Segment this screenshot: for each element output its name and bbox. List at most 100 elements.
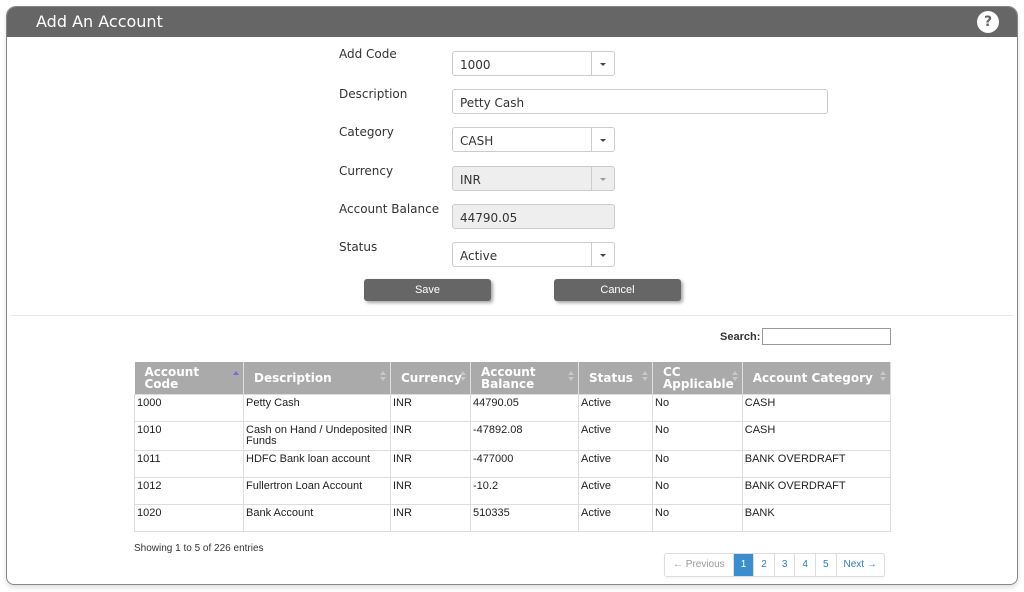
table-header-row: Account Code Description Currency Accoun… bbox=[134, 362, 892, 394]
column-label: Account Balance bbox=[481, 364, 536, 391]
table-row[interactable]: 1020 Bank Account INR 510335 Active No BANK bbox=[134, 503, 892, 532]
sort-icon bbox=[568, 371, 574, 383]
search-label: Search: bbox=[720, 331, 761, 343]
cell-currency: INR bbox=[390, 476, 471, 505]
cell-account-balance: -10.2 bbox=[470, 476, 579, 505]
accounts-table: Account Code Description Currency Accoun… bbox=[134, 362, 892, 532]
column-label: CC Applicable bbox=[663, 364, 734, 391]
currency-select[interactable]: INR bbox=[452, 166, 615, 191]
column-header-account-balance[interactable]: Account Balance bbox=[470, 362, 579, 394]
cell-account-code: 1011 bbox=[134, 449, 244, 478]
description-input[interactable]: Petty Cash bbox=[452, 89, 828, 114]
page-3-button[interactable]: 3 bbox=[775, 554, 796, 576]
sort-icon bbox=[380, 371, 386, 383]
cell-account-balance: 44790.05 bbox=[470, 393, 579, 422]
next-page-button[interactable]: Next → bbox=[837, 554, 884, 576]
status-label: Status bbox=[339, 240, 378, 254]
cell-account-code: 1020 bbox=[134, 503, 244, 532]
cell-cc-applicable: No bbox=[652, 476, 743, 505]
cell-account-category: CASH bbox=[741, 420, 892, 451]
add-account-panel: Add An Account ? Add Code 1000 Descripti… bbox=[6, 6, 1018, 585]
cell-currency: INR bbox=[390, 393, 471, 422]
add-code-value: 1000 bbox=[453, 52, 592, 75]
currency-value: INR bbox=[453, 167, 592, 190]
category-value: CASH bbox=[453, 128, 592, 151]
chevron-down-icon[interactable] bbox=[592, 243, 614, 266]
page-2-button[interactable]: 2 bbox=[754, 554, 775, 576]
table-row[interactable]: 1011 HDFC Bank loan account INR -477000 Acti… bbox=[134, 449, 892, 478]
sort-asc-icon bbox=[233, 371, 239, 383]
cell-status: Active bbox=[578, 393, 653, 422]
table-row[interactable]: 1012 Fullertron Loan Account INR -10.2 Activ… bbox=[134, 476, 892, 505]
cell-account-balance: 510335 bbox=[470, 503, 579, 532]
column-label: Status bbox=[589, 370, 633, 385]
page-title: Add An Account bbox=[36, 12, 163, 31]
page-1-button[interactable]: 1 bbox=[733, 554, 755, 576]
cell-status: Active bbox=[578, 449, 653, 478]
cell-description: Petty Cash bbox=[243, 393, 391, 422]
sort-icon bbox=[731, 371, 738, 383]
cell-cc-applicable: No bbox=[652, 420, 743, 451]
balance-input[interactable]: 44790.05 bbox=[452, 204, 615, 229]
category-label: Category bbox=[339, 125, 394, 139]
add-code-select[interactable]: 1000 bbox=[452, 51, 615, 76]
chevron-down-icon[interactable] bbox=[592, 167, 614, 190]
sort-icon bbox=[460, 371, 466, 383]
cell-account-code: 1010 bbox=[134, 420, 244, 451]
cell-account-category: BANK bbox=[741, 503, 892, 532]
cell-description: HDFC Bank loan account bbox=[243, 449, 391, 478]
cell-account-category: BANK OVERDRAFT bbox=[741, 476, 892, 505]
cell-description: Cash on Hand / Undeposited Funds bbox=[243, 420, 391, 451]
previous-page-button[interactable]: ← Previous bbox=[665, 554, 734, 576]
cell-account-code: 1000 bbox=[134, 393, 244, 422]
column-header-cc-applicable[interactable]: CC Applicable bbox=[652, 362, 743, 394]
category-select[interactable]: CASH bbox=[452, 127, 615, 152]
description-label: Description bbox=[339, 87, 408, 101]
column-header-account-category[interactable]: Account Category bbox=[742, 362, 892, 394]
status-select[interactable]: Active bbox=[452, 242, 615, 267]
cell-description: Bank Account bbox=[243, 503, 391, 532]
cancel-button[interactable]: Cancel bbox=[554, 279, 681, 301]
table-info: Showing 1 to 5 of 226 entries bbox=[134, 543, 264, 554]
status-value: Active bbox=[453, 243, 592, 266]
cell-status: Active bbox=[578, 420, 653, 451]
sort-icon bbox=[880, 371, 886, 383]
chevron-down-icon[interactable] bbox=[592, 52, 614, 75]
currency-label: Currency bbox=[339, 164, 394, 178]
cell-account-balance: -477000 bbox=[470, 449, 579, 478]
column-label: Account Category bbox=[752, 370, 873, 385]
column-header-description[interactable]: Description bbox=[243, 362, 391, 394]
chevron-down-icon[interactable] bbox=[592, 128, 614, 151]
table-row[interactable]: 1000 Petty Cash INR 44790.05 Active No CASH bbox=[134, 393, 892, 422]
cell-cc-applicable: No bbox=[652, 449, 743, 478]
pagination: ← Previous 1 2 3 4 5 Next → bbox=[664, 553, 885, 577]
column-header-currency[interactable]: Currency bbox=[390, 362, 471, 394]
search-input[interactable] bbox=[762, 328, 891, 345]
cell-currency: INR bbox=[390, 449, 471, 478]
cell-account-code: 1012 bbox=[134, 476, 244, 505]
column-header-status[interactable]: Status bbox=[578, 362, 653, 394]
cell-cc-applicable: No bbox=[652, 393, 743, 422]
column-label: Account Code bbox=[144, 364, 200, 391]
column-label: Currency bbox=[401, 370, 462, 385]
cell-status: Active bbox=[578, 503, 653, 532]
cell-account-category: CASH bbox=[741, 393, 892, 422]
table-row[interactable]: 1010 Cash on Hand / Undeposited Funds INR -… bbox=[134, 420, 892, 451]
panel-header: Add An Account ? bbox=[7, 7, 1017, 37]
cell-account-category: BANK OVERDRAFT bbox=[741, 449, 892, 478]
page-5-button[interactable]: 5 bbox=[816, 554, 837, 576]
add-code-label: Add Code bbox=[339, 47, 397, 61]
cell-currency: INR bbox=[390, 503, 471, 532]
save-button[interactable]: Save bbox=[364, 279, 491, 301]
cell-status: Active bbox=[578, 476, 653, 505]
column-label: Description bbox=[254, 370, 332, 385]
balance-label: Account Balance bbox=[339, 202, 440, 216]
cell-account-balance: -47892.08 bbox=[470, 420, 579, 451]
help-icon[interactable]: ? bbox=[977, 11, 999, 33]
cell-description: Fullertron Loan Account bbox=[243, 476, 391, 505]
column-header-account-code[interactable]: Account Code bbox=[134, 362, 244, 394]
page-4-button[interactable]: 4 bbox=[795, 554, 816, 576]
divider bbox=[11, 315, 1013, 316]
cell-currency: INR bbox=[390, 420, 471, 451]
sort-icon bbox=[642, 371, 648, 383]
